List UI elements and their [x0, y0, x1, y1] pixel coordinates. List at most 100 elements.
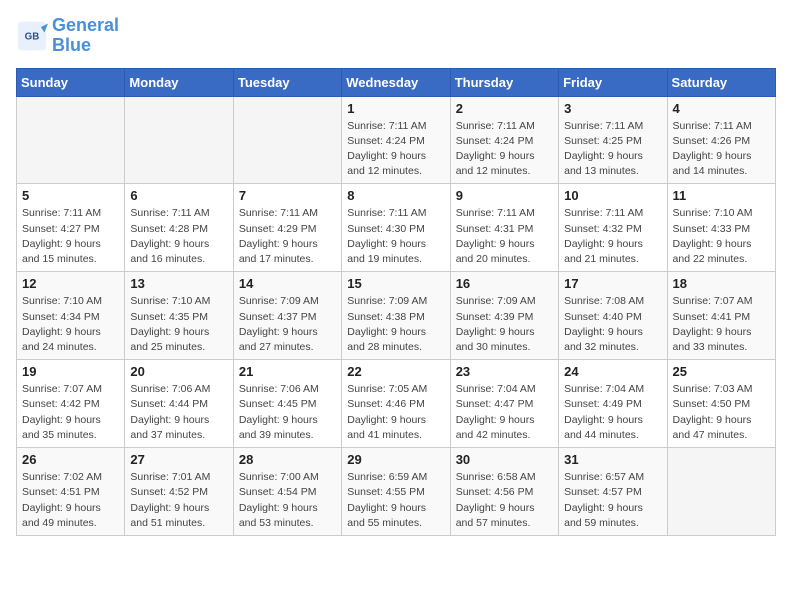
page-header: GB GeneralBlue — [16, 16, 776, 56]
calendar-header-row: SundayMondayTuesdayWednesdayThursdayFrid… — [17, 68, 776, 96]
day-number: 20 — [130, 364, 227, 379]
day-number: 22 — [347, 364, 444, 379]
day-info: Sunrise: 7:01 AM Sunset: 4:52 PM Dayligh… — [130, 470, 227, 531]
day-number: 26 — [22, 452, 119, 467]
weekday-header: Sunday — [17, 68, 125, 96]
calendar-week-row: 1 Sunrise: 7:11 AM Sunset: 4:24 PM Daylig… — [17, 96, 776, 184]
day-number: 28 — [239, 452, 336, 467]
weekday-header: Thursday — [450, 68, 558, 96]
day-number: 1 — [347, 101, 444, 116]
calendar-cell: 30Sunrise: 6:58 AM Sunset: 4:56 PM Dayli… — [450, 448, 558, 536]
day-info: Sunrise: 7:11 AM Sunset: 4:29 PM Dayligh… — [239, 206, 336, 267]
day-number: 29 — [347, 452, 444, 467]
calendar-cell — [667, 448, 775, 536]
day-info: Sunrise: 7:05 AM Sunset: 4:46 PM Dayligh… — [347, 382, 444, 443]
calendar-cell: 12Sunrise: 7:10 AM Sunset: 4:34 PM Dayli… — [17, 272, 125, 360]
calendar-cell: 2 Sunrise: 7:11 AM Sunset: 4:24 PM Daylig… — [450, 96, 558, 184]
weekday-header: Tuesday — [233, 68, 341, 96]
day-number: 23 — [456, 364, 553, 379]
day-number: 31 — [564, 452, 661, 467]
calendar-cell: 26 Sunrise: 7:02 AM Sunset: 4:51 PM Dayli… — [17, 448, 125, 536]
svg-text:GB: GB — [25, 31, 40, 42]
day-number: 12 — [22, 276, 119, 291]
day-info: Sunrise: 7:07 AM Sunset: 4:42 PM Dayligh… — [22, 382, 119, 443]
day-info: Sunrise: 7:09 AM Sunset: 4:39 PM Dayligh… — [456, 294, 553, 355]
day-number: 11 — [673, 188, 770, 203]
day-number: 27 — [130, 452, 227, 467]
day-info: Sunrise: 7:08 AM Sunset: 4:40 PM Dayligh… — [564, 294, 661, 355]
day-number: 2 — [456, 101, 553, 116]
day-number: 13 — [130, 276, 227, 291]
day-number: 19 — [22, 364, 119, 379]
calendar-cell: 10 Sunrise: 7:11 AM Sunset: 4:32 PM Dayli… — [559, 184, 667, 272]
calendar-cell: 31Sunrise: 6:57 AM Sunset: 4:57 PM Dayli… — [559, 448, 667, 536]
weekday-header: Wednesday — [342, 68, 450, 96]
day-info: Sunrise: 7:09 AM Sunset: 4:38 PM Dayligh… — [347, 294, 444, 355]
calendar-cell: 4Sunrise: 7:11 AM Sunset: 4:26 PM Daylig… — [667, 96, 775, 184]
day-number: 3 — [564, 101, 661, 116]
day-info: Sunrise: 7:04 AM Sunset: 4:47 PM Dayligh… — [456, 382, 553, 443]
calendar-cell: 22 Sunrise: 7:05 AM Sunset: 4:46 PM Dayli… — [342, 360, 450, 448]
day-info: Sunrise: 7:11 AM Sunset: 4:30 PM Dayligh… — [347, 206, 444, 267]
day-number: 10 — [564, 188, 661, 203]
calendar-cell: 14 Sunrise: 7:09 AM Sunset: 4:37 PM Dayli… — [233, 272, 341, 360]
calendar-week-row: 19 Sunrise: 7:07 AM Sunset: 4:42 PM Dayli… — [17, 360, 776, 448]
day-number: 25 — [673, 364, 770, 379]
day-number: 24 — [564, 364, 661, 379]
day-info: Sunrise: 7:11 AM Sunset: 4:25 PM Dayligh… — [564, 119, 661, 180]
calendar-cell: 23 Sunrise: 7:04 AM Sunset: 4:47 PM Dayli… — [450, 360, 558, 448]
calendar-cell — [17, 96, 125, 184]
day-info: Sunrise: 7:00 AM Sunset: 4:54 PM Dayligh… — [239, 470, 336, 531]
calendar-cell: 27 Sunrise: 7:01 AM Sunset: 4:52 PM Dayli… — [125, 448, 233, 536]
day-number: 14 — [239, 276, 336, 291]
calendar-cell: 15Sunrise: 7:09 AM Sunset: 4:38 PM Dayli… — [342, 272, 450, 360]
calendar-cell: 5 Sunrise: 7:11 AM Sunset: 4:27 PM Daylig… — [17, 184, 125, 272]
day-info: Sunrise: 7:11 AM Sunset: 4:32 PM Dayligh… — [564, 206, 661, 267]
calendar-cell — [125, 96, 233, 184]
day-number: 30 — [456, 452, 553, 467]
calendar-week-row: 26 Sunrise: 7:02 AM Sunset: 4:51 PM Dayli… — [17, 448, 776, 536]
day-info: Sunrise: 7:11 AM Sunset: 4:31 PM Dayligh… — [456, 206, 553, 267]
day-info: Sunrise: 7:04 AM Sunset: 4:49 PM Dayligh… — [564, 382, 661, 443]
day-info: Sunrise: 7:02 AM Sunset: 4:51 PM Dayligh… — [22, 470, 119, 531]
calendar-cell: 7 Sunrise: 7:11 AM Sunset: 4:29 PM Daylig… — [233, 184, 341, 272]
day-info: Sunrise: 7:10 AM Sunset: 4:35 PM Dayligh… — [130, 294, 227, 355]
day-number: 21 — [239, 364, 336, 379]
day-number: 6 — [130, 188, 227, 203]
calendar-cell — [233, 96, 341, 184]
day-number: 18 — [673, 276, 770, 291]
calendar-cell: 13 Sunrise: 7:10 AM Sunset: 4:35 PM Dayli… — [125, 272, 233, 360]
calendar-cell: 16 Sunrise: 7:09 AM Sunset: 4:39 PM Dayli… — [450, 272, 558, 360]
calendar-cell: 21 Sunrise: 7:06 AM Sunset: 4:45 PM Dayli… — [233, 360, 341, 448]
logo-icon: GB — [16, 20, 48, 52]
day-info: Sunrise: 7:11 AM Sunset: 4:27 PM Dayligh… — [22, 206, 119, 267]
calendar-cell: 24 Sunrise: 7:04 AM Sunset: 4:49 PM Dayli… — [559, 360, 667, 448]
calendar-cell: 20Sunrise: 7:06 AM Sunset: 4:44 PM Dayli… — [125, 360, 233, 448]
day-number: 16 — [456, 276, 553, 291]
day-number: 4 — [673, 101, 770, 116]
day-info: Sunrise: 7:11 AM Sunset: 4:24 PM Dayligh… — [456, 119, 553, 180]
day-info: Sunrise: 7:11 AM Sunset: 4:28 PM Dayligh… — [130, 206, 227, 267]
logo: GB GeneralBlue — [16, 16, 119, 56]
day-info: Sunrise: 7:03 AM Sunset: 4:50 PM Dayligh… — [673, 382, 770, 443]
day-number: 5 — [22, 188, 119, 203]
day-info: Sunrise: 7:09 AM Sunset: 4:37 PM Dayligh… — [239, 294, 336, 355]
calendar-cell: 17Sunrise: 7:08 AM Sunset: 4:40 PM Dayli… — [559, 272, 667, 360]
calendar-table: SundayMondayTuesdayWednesdayThursdayFrid… — [16, 68, 776, 536]
calendar-cell: 8 Sunrise: 7:11 AM Sunset: 4:30 PM Daylig… — [342, 184, 450, 272]
day-info: Sunrise: 7:06 AM Sunset: 4:45 PM Dayligh… — [239, 382, 336, 443]
calendar-cell: 28 Sunrise: 7:00 AM Sunset: 4:54 PM Dayli… — [233, 448, 341, 536]
day-info: Sunrise: 7:11 AM Sunset: 4:24 PM Dayligh… — [347, 119, 444, 180]
day-number: 7 — [239, 188, 336, 203]
weekday-header: Saturday — [667, 68, 775, 96]
calendar-cell: 9Sunrise: 7:11 AM Sunset: 4:31 PM Daylig… — [450, 184, 558, 272]
calendar-cell: 29 Sunrise: 6:59 AM Sunset: 4:55 PM Dayli… — [342, 448, 450, 536]
day-number: 8 — [347, 188, 444, 203]
day-info: Sunrise: 6:59 AM Sunset: 4:55 PM Dayligh… — [347, 470, 444, 531]
calendar-cell: 1 Sunrise: 7:11 AM Sunset: 4:24 PM Daylig… — [342, 96, 450, 184]
calendar-cell: 25 Sunrise: 7:03 AM Sunset: 4:50 PM Dayli… — [667, 360, 775, 448]
weekday-header: Friday — [559, 68, 667, 96]
calendar-cell: 3 Sunrise: 7:11 AM Sunset: 4:25 PM Daylig… — [559, 96, 667, 184]
calendar-cell: 18Sunrise: 7:07 AM Sunset: 4:41 PM Dayli… — [667, 272, 775, 360]
calendar-cell: 11Sunrise: 7:10 AM Sunset: 4:33 PM Dayli… — [667, 184, 775, 272]
